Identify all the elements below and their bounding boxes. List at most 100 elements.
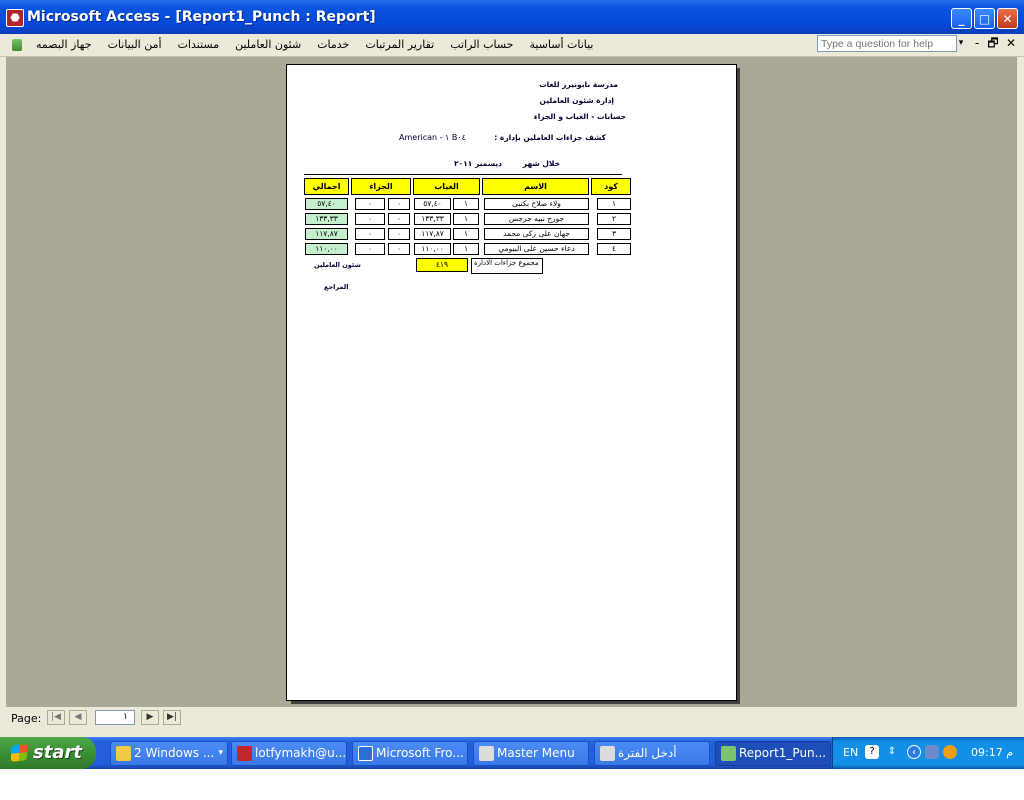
row-1-absence-days: ١ — [453, 198, 479, 210]
window-title: Microsoft Access - [Report1_Punch : Repo… — [27, 9, 376, 25]
network-icon[interactable] — [925, 745, 939, 759]
menu-item-data-security[interactable]: أمن البيانات — [100, 34, 170, 56]
row-2-code: ٢ — [597, 213, 631, 225]
mdi-restore-button[interactable]: 🗗 — [986, 36, 1000, 51]
header-total: اجمالي — [304, 178, 349, 195]
header-absence: الغياب — [413, 178, 480, 195]
report-title: كشف جزاءات العاملين بإدارة : — [494, 133, 606, 142]
row-3-penalty-value: ٠ — [355, 228, 385, 240]
system-tray: EN ? ⇕ ‹ 09:17 م — [832, 737, 1024, 769]
row-3-absence-days: ١ — [453, 228, 479, 240]
title-bar: ⬣ Microsoft Access - [Report1_Punch : Re… — [0, 0, 1024, 34]
windows-logo-icon — [11, 744, 27, 762]
minimize-button[interactable]: _ — [951, 8, 972, 29]
first-page-button[interactable]: |◀ — [47, 710, 65, 725]
row-2-name: جورج نبيه جرجس — [484, 213, 589, 225]
row-2-penalty-days: ٠ — [388, 213, 410, 225]
branch-name: American - ١ B٠٤ — [399, 133, 466, 142]
row-2-absence-days: ١ — [453, 213, 479, 225]
row-1-penalty-days: ٠ — [388, 198, 410, 210]
sum-label: مجموع جزاءات الادارة — [471, 258, 543, 274]
menu-item-salary-reports[interactable]: تقارير المرتبات — [357, 34, 442, 56]
row-4-name: دعاء حسين على البيومي — [484, 243, 589, 255]
menu-item-fingerprint-device[interactable]: جهاز البصمه — [28, 34, 100, 56]
task-windows-explorer[interactable]: 2 Windows ... ▾ — [110, 741, 228, 766]
form-icon — [600, 746, 615, 761]
task-label: lotfymakh@u... — [255, 746, 347, 760]
maximize-button[interactable]: □ — [974, 8, 995, 29]
tray-app-icon[interactable] — [943, 745, 957, 759]
menu-item-documents[interactable]: مستندات — [170, 34, 228, 56]
last-page-button[interactable]: ▶| — [163, 710, 181, 725]
row-4-penalty-days: ٠ — [388, 243, 410, 255]
folder-icon — [116, 746, 131, 761]
task-label: 2 Windows ... — [134, 746, 215, 760]
sum-value: ٤١٩ — [416, 258, 468, 272]
close-button[interactable]: ✕ — [997, 8, 1018, 29]
menu-item-employee-affairs[interactable]: شئون العاملين — [227, 34, 309, 56]
header-name: الاسم — [482, 178, 589, 195]
help-dropdown-icon[interactable]: ▾ — [955, 36, 967, 51]
menu-item-salary-calculation[interactable]: حساب الراتب — [442, 34, 521, 56]
row-2-total: ١٣٣,٣٣ — [305, 213, 348, 225]
task-label: أدخل الفترة — [618, 746, 677, 760]
row-3-total: ١١٧,٨٧ — [305, 228, 348, 240]
row-4-absence-value: ١١٠,٠٠ — [414, 243, 451, 255]
row-4-penalty-value: ٠ — [355, 243, 385, 255]
row-1-code: ١ — [597, 198, 631, 210]
start-button[interactable]: start — [0, 737, 96, 769]
signature-employee-affairs: شئون العاملين — [314, 261, 361, 269]
row-4-code: ٤ — [597, 243, 631, 255]
window-frame-right — [1017, 57, 1024, 737]
row-1-penalty-value: ٠ — [355, 198, 385, 210]
task-master-menu[interactable]: Master Menu — [473, 741, 589, 766]
section-name: حسابات - الغياب و الجزاء — [533, 112, 626, 121]
form-icon — [479, 746, 494, 761]
tray-expand-icon[interactable]: ‹ — [907, 745, 921, 759]
page-number-input[interactable]: ١ — [95, 710, 135, 725]
language-indicator[interactable]: EN — [843, 746, 858, 759]
filezilla-icon — [237, 746, 252, 761]
help-icon[interactable]: ? — [865, 745, 879, 759]
row-4-total: ١١٠,٠٠ — [305, 243, 348, 255]
row-1-total: ٥٧,٤٠ — [305, 198, 348, 210]
period-value: ديسمبر ٢٠١١ — [454, 159, 502, 168]
menu-item-services[interactable]: خدمات — [309, 34, 357, 56]
task-enter-period[interactable]: أدخل الفترة — [594, 741, 710, 766]
row-1-absence-value: ٥٧,٤٠ — [414, 198, 451, 210]
row-1-name: ولاء صلاح بكتبى — [484, 198, 589, 210]
clock: 09:17 م — [971, 746, 1014, 759]
task-label: Report1_Pun... — [739, 746, 827, 760]
task-label: Microsoft Fro... — [376, 746, 464, 760]
page-label: Page: — [11, 712, 42, 725]
task-report1-punch[interactable]: Report1_Pun... — [715, 741, 831, 766]
help-search-input[interactable] — [817, 35, 957, 52]
school-name: مدرسة بابونيرز للغات — [539, 80, 618, 89]
header-separator — [304, 174, 622, 175]
frontpage-icon — [358, 746, 373, 761]
menu-item-basic-data[interactable]: بيانات أساسية — [521, 34, 601, 56]
row-3-code: ٣ — [597, 228, 631, 240]
header-penalty: الجزاء — [351, 178, 411, 195]
next-page-button[interactable]: ▶ — [141, 710, 159, 725]
task-frontpage[interactable]: Microsoft Fro... — [352, 741, 468, 766]
signature-reviewer: المراجع — [324, 283, 349, 291]
access-app-icon[interactable]: ⬣ — [6, 9, 24, 27]
status-bar — [0, 729, 1024, 737]
prev-page-button[interactable]: ◀ — [69, 710, 87, 725]
period-label: خلال شهر — [522, 159, 560, 168]
report-page[interactable]: مدرسة بابونيرز للغات إدارة شئون العاملين… — [286, 64, 737, 701]
mdi-minimize-button[interactable]: - — [970, 36, 984, 51]
task-label: Master Menu — [497, 746, 575, 760]
department-name: إدارة شئون العاملين — [539, 96, 614, 105]
header-code: كود — [591, 178, 631, 195]
mdi-close-button[interactable]: ✕ — [1004, 36, 1018, 51]
row-3-name: جهان على زكى محمد — [484, 228, 589, 240]
row-2-absence-value: ١٣٣,٣٣ — [414, 213, 451, 225]
task-filezilla[interactable]: lotfymakh@u... — [231, 741, 347, 766]
taskbar: start 2 Windows ... ▾ lotfymakh@u... Mic… — [0, 737, 1024, 769]
database-icon[interactable] — [12, 39, 22, 51]
group-arrow-icon: ▾ — [218, 748, 223, 758]
language-bar-icon[interactable]: ⇕ — [885, 745, 899, 759]
row-3-absence-value: ١١٧,٨٧ — [414, 228, 451, 240]
